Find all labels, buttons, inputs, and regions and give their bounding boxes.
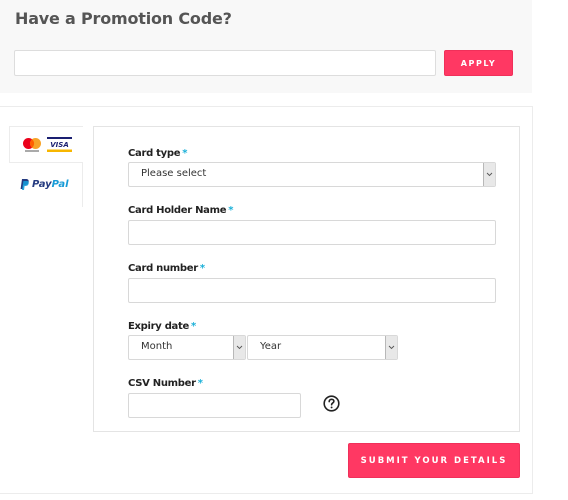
card-number-input[interactable] — [128, 278, 496, 303]
expiry-year-value: Year — [260, 341, 282, 352]
card-type-value: Please select — [141, 168, 207, 179]
csv-label: CSV Number * — [128, 378, 203, 389]
card-holder-label: Card Holder Name * — [128, 205, 234, 216]
card-type-label: Card type * — [128, 148, 188, 159]
chevron-down-icon — [233, 336, 245, 359]
card-holder-input[interactable] — [128, 220, 496, 245]
promo-title: Have a Promotion Code? — [15, 9, 232, 28]
paypal-logo: PayPal — [20, 179, 69, 190]
csv-input[interactable] — [128, 393, 301, 418]
visa-text: VISA — [50, 141, 68, 149]
expiry-year-select[interactable]: Year — [247, 335, 398, 360]
promo-section: Have a Promotion Code? APPLY — [0, 0, 532, 93]
card-type-select[interactable]: Please select — [128, 162, 496, 187]
expiry-month-value: Month — [141, 341, 173, 352]
chevron-down-icon — [385, 336, 397, 359]
submit-details-button[interactable]: SUBMIT YOUR DETAILS — [348, 443, 520, 478]
mastercard-icon — [23, 138, 41, 152]
help-icon[interactable] — [323, 395, 340, 412]
paypal-p-icon — [20, 179, 29, 190]
visa-icon: VISA — [47, 137, 72, 152]
promo-code-input[interactable] — [14, 50, 436, 76]
tab-cards[interactable]: VISA — [9, 126, 83, 163]
tab-divider — [82, 162, 83, 207]
chevron-down-icon — [483, 163, 495, 186]
expiry-month-select[interactable]: Month — [128, 335, 246, 360]
paypal-label: PayPal — [32, 179, 69, 190]
card-number-label: Card number * — [128, 263, 205, 274]
payment-panel: VISA PayPal Card type * Please select Car… — [0, 106, 533, 494]
expiry-label: Expiry date * — [128, 321, 196, 332]
apply-button[interactable]: APPLY — [444, 50, 513, 76]
tab-paypal[interactable]: PayPal — [9, 162, 83, 207]
card-form: Card type * Please select Card Holder Nam… — [93, 126, 520, 432]
